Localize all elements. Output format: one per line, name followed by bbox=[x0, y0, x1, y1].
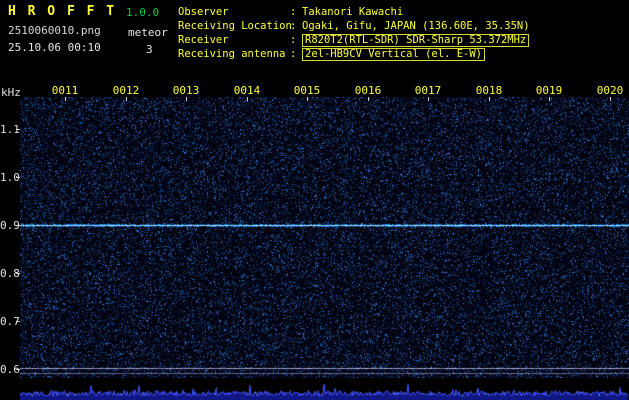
info-value: Ogaki, Gifu, JAPAN (136.60E, 35.35N) bbox=[302, 20, 530, 33]
echo-count: 3 bbox=[146, 43, 153, 56]
freq-tick-label: 0.9 bbox=[0, 219, 17, 232]
info-value-boxed: R820T2(RTL-SDR) SDR-Sharp 53.372MHz bbox=[302, 34, 529, 47]
time-tick-label: 0020 bbox=[597, 84, 624, 97]
time-tick-mark bbox=[368, 97, 369, 101]
hrofft-screen: H R O F F T 1.0.0 2510060010.png meteor … bbox=[0, 0, 629, 400]
freq-tick-mark bbox=[16, 273, 20, 274]
station-info: Observer: Takanori Kawachi Receiving Loca… bbox=[178, 6, 530, 62]
freq-tick-label: 0.7 bbox=[0, 315, 17, 328]
freq-tick-mark bbox=[16, 177, 20, 178]
time-tick-mark bbox=[65, 97, 66, 101]
time-tick-label: 0018 bbox=[476, 84, 503, 97]
info-label: Receiving antenna bbox=[178, 48, 290, 61]
timestamp: 25.10.06 00:10 bbox=[8, 41, 101, 54]
freq-tick-mark bbox=[16, 321, 20, 322]
time-tick-mark bbox=[307, 97, 308, 101]
y-axis-unit-label: kHz bbox=[1, 86, 21, 99]
colon: : bbox=[290, 6, 302, 19]
time-tick-mark bbox=[610, 97, 611, 101]
time-tick-mark bbox=[186, 97, 187, 101]
spectrogram-canvas bbox=[20, 97, 629, 378]
time-tick-label: 0014 bbox=[234, 84, 261, 97]
time-tick-label: 0012 bbox=[113, 84, 140, 97]
time-tick-mark bbox=[549, 97, 550, 101]
freq-tick-mark bbox=[16, 369, 20, 370]
time-tick-mark bbox=[247, 97, 248, 101]
info-label: Observer bbox=[178, 6, 290, 19]
freq-tick-label: 0.6 bbox=[0, 363, 17, 376]
time-tick-label: 0015 bbox=[294, 84, 321, 97]
app-version: 1.0.0 bbox=[126, 6, 159, 19]
info-row-location: Receiving Location: Ogaki, Gifu, JAPAN (1… bbox=[178, 20, 530, 33]
signal-level-canvas bbox=[20, 378, 629, 400]
time-tick-label: 0019 bbox=[536, 84, 563, 97]
colon: : bbox=[290, 48, 302, 61]
freq-tick-label: 1.0 bbox=[0, 171, 17, 184]
info-value-boxed: 2el-HB9CV Vertical (el. E-W) bbox=[302, 48, 485, 61]
time-tick-mark bbox=[126, 97, 127, 101]
time-tick-label: 0013 bbox=[173, 84, 200, 97]
freq-tick-label: 0.8 bbox=[0, 267, 17, 280]
freq-tick-label: 1.1 bbox=[0, 123, 17, 136]
info-row-antenna: Receiving antenna:2el-HB9CV Vertical (el… bbox=[178, 48, 530, 61]
time-tick-mark bbox=[489, 97, 490, 101]
mode-label: meteor bbox=[128, 26, 168, 39]
info-label: Receiver bbox=[178, 34, 290, 47]
time-tick-label: 0016 bbox=[355, 84, 382, 97]
colon: : bbox=[290, 34, 302, 47]
app-title: H R O F F T bbox=[8, 4, 116, 19]
info-row-receiver: Receiver: R820T2(RTL-SDR) SDR-Sharp 53.37… bbox=[178, 34, 530, 47]
time-tick-mark bbox=[428, 97, 429, 101]
time-tick-label: 0011 bbox=[52, 84, 79, 97]
freq-tick-mark bbox=[16, 129, 20, 130]
info-row-observer: Observer: Takanori Kawachi bbox=[178, 6, 530, 19]
info-value: Takanori Kawachi bbox=[302, 6, 403, 19]
freq-tick-mark bbox=[16, 225, 20, 226]
info-label: Receiving Location bbox=[178, 20, 290, 33]
time-tick-label: 0017 bbox=[415, 84, 442, 97]
output-filename: 2510060010.png bbox=[8, 24, 101, 37]
colon: : bbox=[290, 20, 302, 33]
